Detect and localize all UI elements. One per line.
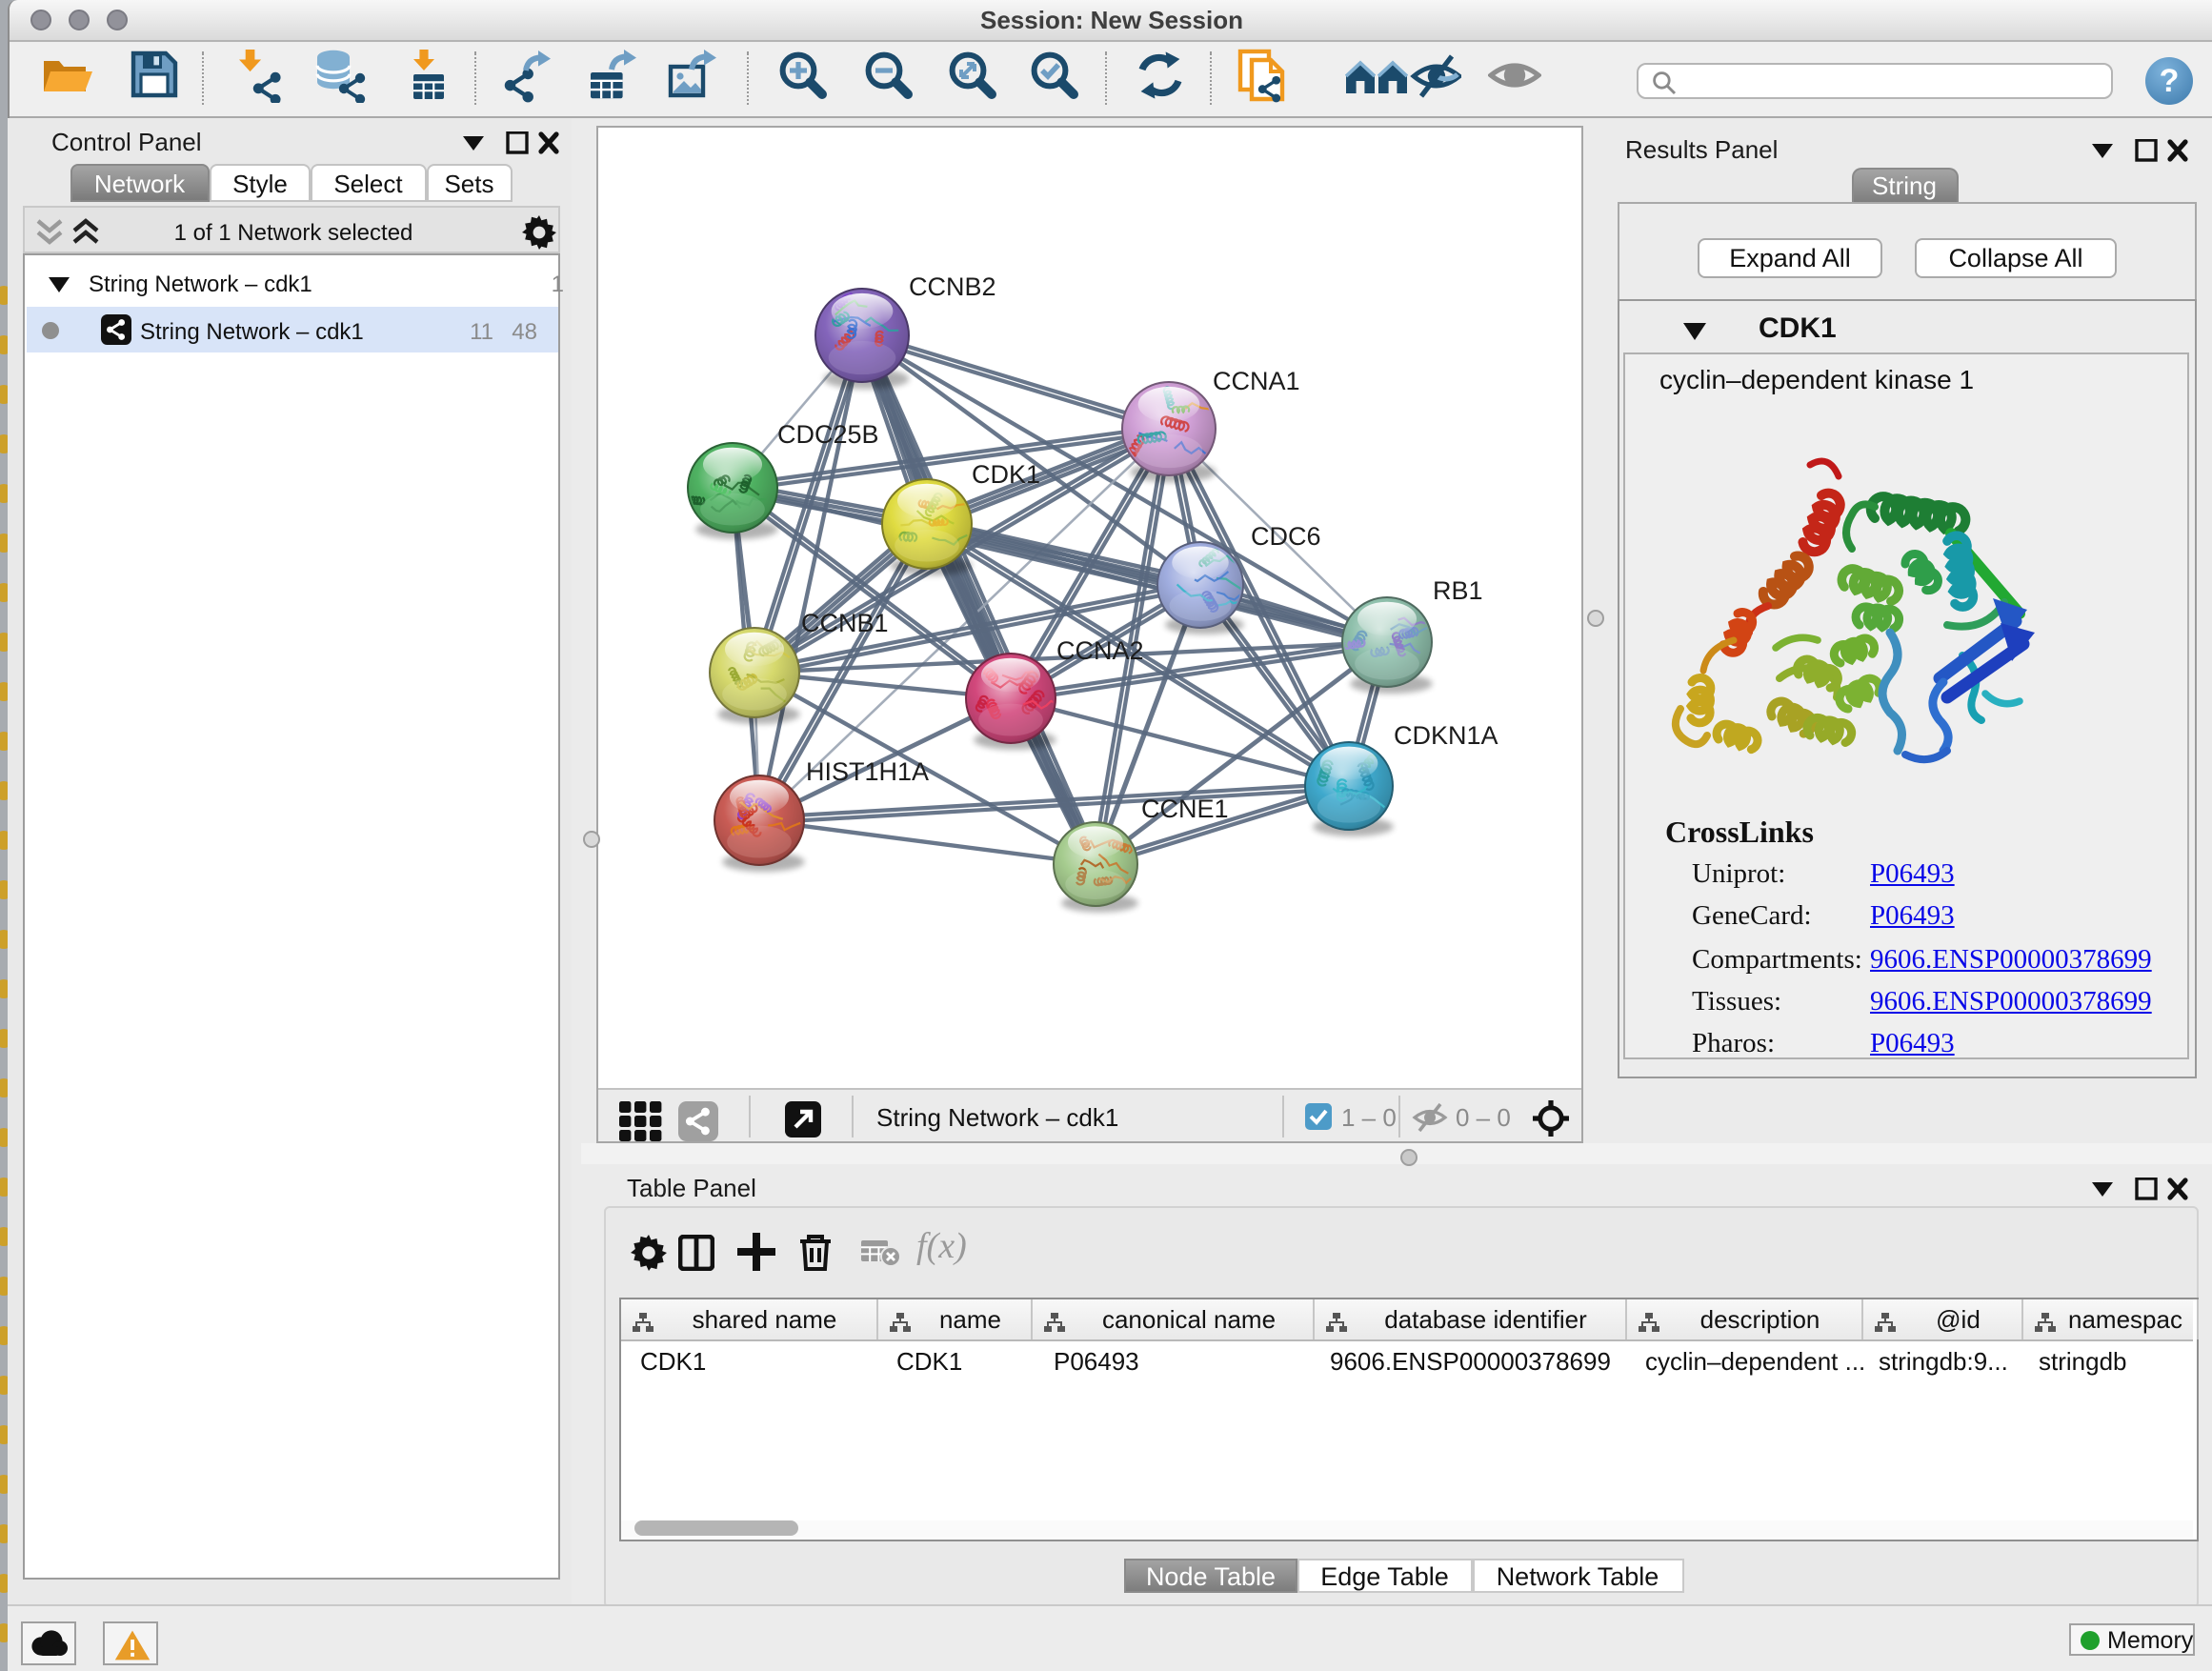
svg-text:CCNE1: CCNE1	[1141, 795, 1229, 823]
svg-text:CCNB1: CCNB1	[801, 609, 889, 637]
svg-text:CDC6: CDC6	[1251, 522, 1321, 551]
svg-text:HIST1H1A: HIST1H1A	[806, 757, 929, 786]
svg-text:CDC25B: CDC25B	[777, 420, 879, 449]
svg-text:CCNA2: CCNA2	[1056, 636, 1144, 665]
svg-text:CCNB2: CCNB2	[909, 272, 996, 301]
svg-text:CCNA1: CCNA1	[1213, 367, 1300, 395]
svg-text:CDK1: CDK1	[972, 460, 1040, 489]
svg-text:RB1: RB1	[1433, 576, 1483, 605]
svg-text:CDKN1A: CDKN1A	[1394, 721, 1498, 750]
